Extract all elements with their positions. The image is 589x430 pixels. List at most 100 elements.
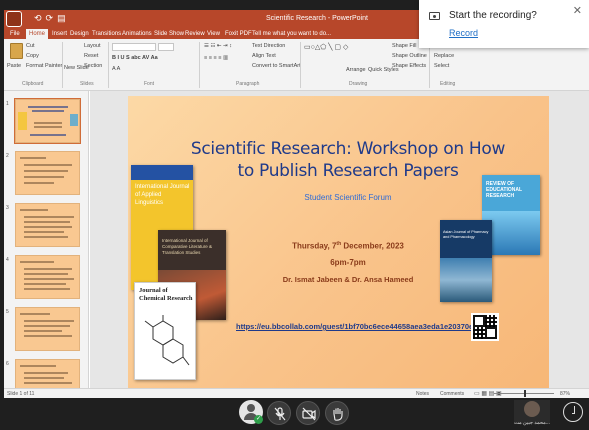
cover-title: Asian Journal of Pharmacy and Pharmacolo…: [443, 230, 489, 239]
font-size-box[interactable]: [158, 43, 174, 51]
convert-smartart-button[interactable]: Convert to SmartArt: [252, 63, 301, 69]
font-name-box[interactable]: [112, 43, 156, 51]
thumb-number: 2: [6, 153, 9, 159]
thumb-number: 6: [6, 361, 9, 367]
slide-thumbnail[interactable]: [15, 359, 80, 388]
raise-hand-button[interactable]: [325, 401, 349, 425]
screen: ⟲⟳▤ Scientific Research - PowerPoint Fil…: [0, 0, 589, 430]
journal-cover-chemical-research[interactable]: Journal of Chemical Research: [134, 282, 196, 380]
zoom-level[interactable]: 87%: [560, 391, 570, 397]
ribbon-divider: [300, 42, 301, 88]
slide-subtitle[interactable]: Student Scientific Forum: [268, 193, 428, 202]
slide-time[interactable]: 6pm-7pm: [258, 258, 438, 267]
date-text-rest: December, 2023: [341, 241, 404, 251]
tab-review[interactable]: Review: [185, 29, 205, 39]
notes-button[interactable]: Notes: [416, 391, 429, 397]
slides-group-label: Slides: [80, 81, 94, 87]
font-group-label: Font: [144, 81, 155, 87]
status-check-icon: ✓: [254, 415, 263, 424]
tell-me-box[interactable]: Tell me what you want to do...: [252, 29, 331, 39]
mic-off-icon: [274, 407, 286, 421]
paragraph-list-buttons[interactable]: ☰ ☷ ⇤ ⇥ ↕: [204, 43, 232, 49]
slide-thumbnails-pane[interactable]: 1 2 3 4 5 6: [4, 91, 89, 388]
replace-button[interactable]: Replace: [434, 53, 454, 59]
camera-icon: [429, 12, 440, 20]
tab-file[interactable]: File: [10, 29, 20, 39]
shape-fill-button[interactable]: Shape Fill: [392, 43, 416, 49]
tab-view[interactable]: View: [207, 29, 220, 39]
tab-foxit-pdf[interactable]: Foxit PDF: [225, 29, 252, 39]
section-button[interactable]: Section: [84, 63, 102, 69]
shape-effects-button[interactable]: Shape Effects: [392, 63, 426, 69]
session-link[interactable]: https://eu.bbcollab.com/guest/1bf70bc6ec…: [236, 322, 477, 331]
zoom-slider-thumb[interactable]: [524, 390, 526, 397]
microphone-muted-button[interactable]: [267, 401, 291, 425]
ribbon-divider: [108, 42, 109, 88]
current-slide[interactable]: Scientific Research: Workshop on How to …: [128, 96, 549, 388]
avatar-head: [247, 404, 255, 412]
copy-button[interactable]: Copy: [26, 53, 39, 59]
ribbon-divider: [62, 42, 63, 88]
editing-group-label: Editing: [440, 81, 456, 87]
comments-button[interactable]: Comments: [440, 391, 464, 397]
select-button[interactable]: Select: [434, 63, 449, 69]
layout-button[interactable]: Layout: [84, 43, 101, 49]
tab-design[interactable]: Design: [70, 29, 89, 39]
paragraph-group-label: Paragraph: [236, 81, 260, 87]
paste-icon[interactable]: [10, 43, 23, 59]
tab-insert[interactable]: Insert: [52, 29, 67, 39]
shape-outline-button[interactable]: Shape Outline: [392, 53, 427, 59]
slide-thumbnail[interactable]: [15, 307, 80, 351]
tab-animations[interactable]: Animations: [122, 29, 152, 39]
align-text-button[interactable]: Align Text: [252, 53, 276, 59]
tab-home[interactable]: Home: [26, 29, 49, 39]
thumb-number: 5: [6, 309, 9, 315]
thumb-number: 3: [6, 205, 9, 211]
cover-band: [131, 165, 193, 180]
record-link[interactable]: Record: [449, 28, 478, 38]
ribbon-divider: [199, 42, 200, 88]
slide-title[interactable]: Scientific Research: Workshop on How to …: [188, 138, 508, 182]
paragraph-align-buttons[interactable]: ≡ ≡ ≡ ≡ ▥: [204, 55, 228, 61]
format-painter-button[interactable]: Format Painter: [26, 63, 62, 69]
recording-prompt: Start the recording? Record ✕: [419, 0, 589, 48]
ribbon-divider: [429, 42, 430, 88]
participant-tile[interactable]: محمد جبين مت...: [514, 400, 550, 426]
font-format-buttons[interactable]: B I U S abc AV Aa: [112, 55, 158, 61]
cover-title: REVIEW OF EDUCATIONAL RESEARCH: [486, 181, 522, 199]
shapes-gallery[interactable]: ▭○△⬠ ╲ ▢ ◇: [304, 43, 348, 51]
tab-slide-show[interactable]: Slide Show: [154, 29, 184, 39]
slide-counter: Slide 1 of 11: [7, 391, 35, 397]
camera-off-button[interactable]: [296, 401, 320, 425]
quick-access-icons[interactable]: ⟲⟳▤: [34, 13, 70, 24]
reset-button[interactable]: Reset: [84, 53, 98, 59]
drawing-group-label: Drawing: [349, 81, 368, 87]
arrange-button[interactable]: Arrange: [346, 67, 366, 73]
paste-button[interactable]: Paste: [7, 63, 21, 69]
slide-editor[interactable]: Scientific Research: Workshop on How to …: [90, 91, 589, 388]
slide-date[interactable]: Thursday, 7th December, 2023: [258, 241, 438, 251]
close-icon[interactable]: ✕: [573, 4, 582, 17]
slide-thumbnail[interactable]: [15, 151, 80, 195]
clock-icon[interactable]: [563, 402, 583, 422]
slide-thumbnail[interactable]: [14, 98, 81, 144]
tab-transitions[interactable]: Transitions: [92, 29, 121, 39]
date-text: Thursday, 7: [292, 241, 337, 251]
powerpoint-window: ⟲⟳▤ Scientific Research - PowerPoint Fil…: [4, 10, 589, 398]
cover-title: International Journal of Comparative Lit…: [162, 238, 213, 255]
thumb-number: 4: [6, 257, 9, 263]
slide-presenters[interactable]: Dr. Ismat Jabeen & Dr. Ansa Hameed: [238, 275, 458, 284]
participant-name: محمد جبين مت...: [514, 420, 550, 426]
font-color-buttons[interactable]: A A: [112, 66, 120, 72]
slide-thumbnail[interactable]: [15, 203, 80, 247]
meeting-control-bar: ✓ محمد جبين مت...: [0, 398, 589, 430]
powerpoint-app-icon[interactable]: [6, 11, 22, 27]
cut-button[interactable]: Cut: [26, 43, 35, 49]
slide-thumbnail[interactable]: [15, 255, 80, 299]
molecule-icon: [144, 315, 190, 366]
my-avatar[interactable]: ✓: [239, 400, 263, 424]
journal-cover-pharmacy[interactable]: Asian Journal of Pharmacy and Pharmacolo…: [440, 220, 492, 302]
recording-question: Start the recording?: [449, 10, 537, 21]
status-bar: Slide 1 of 11 Notes Comments ▭ ▦ ▤ ▣ 87%: [4, 388, 589, 398]
text-direction-button[interactable]: Text Direction: [252, 43, 285, 49]
